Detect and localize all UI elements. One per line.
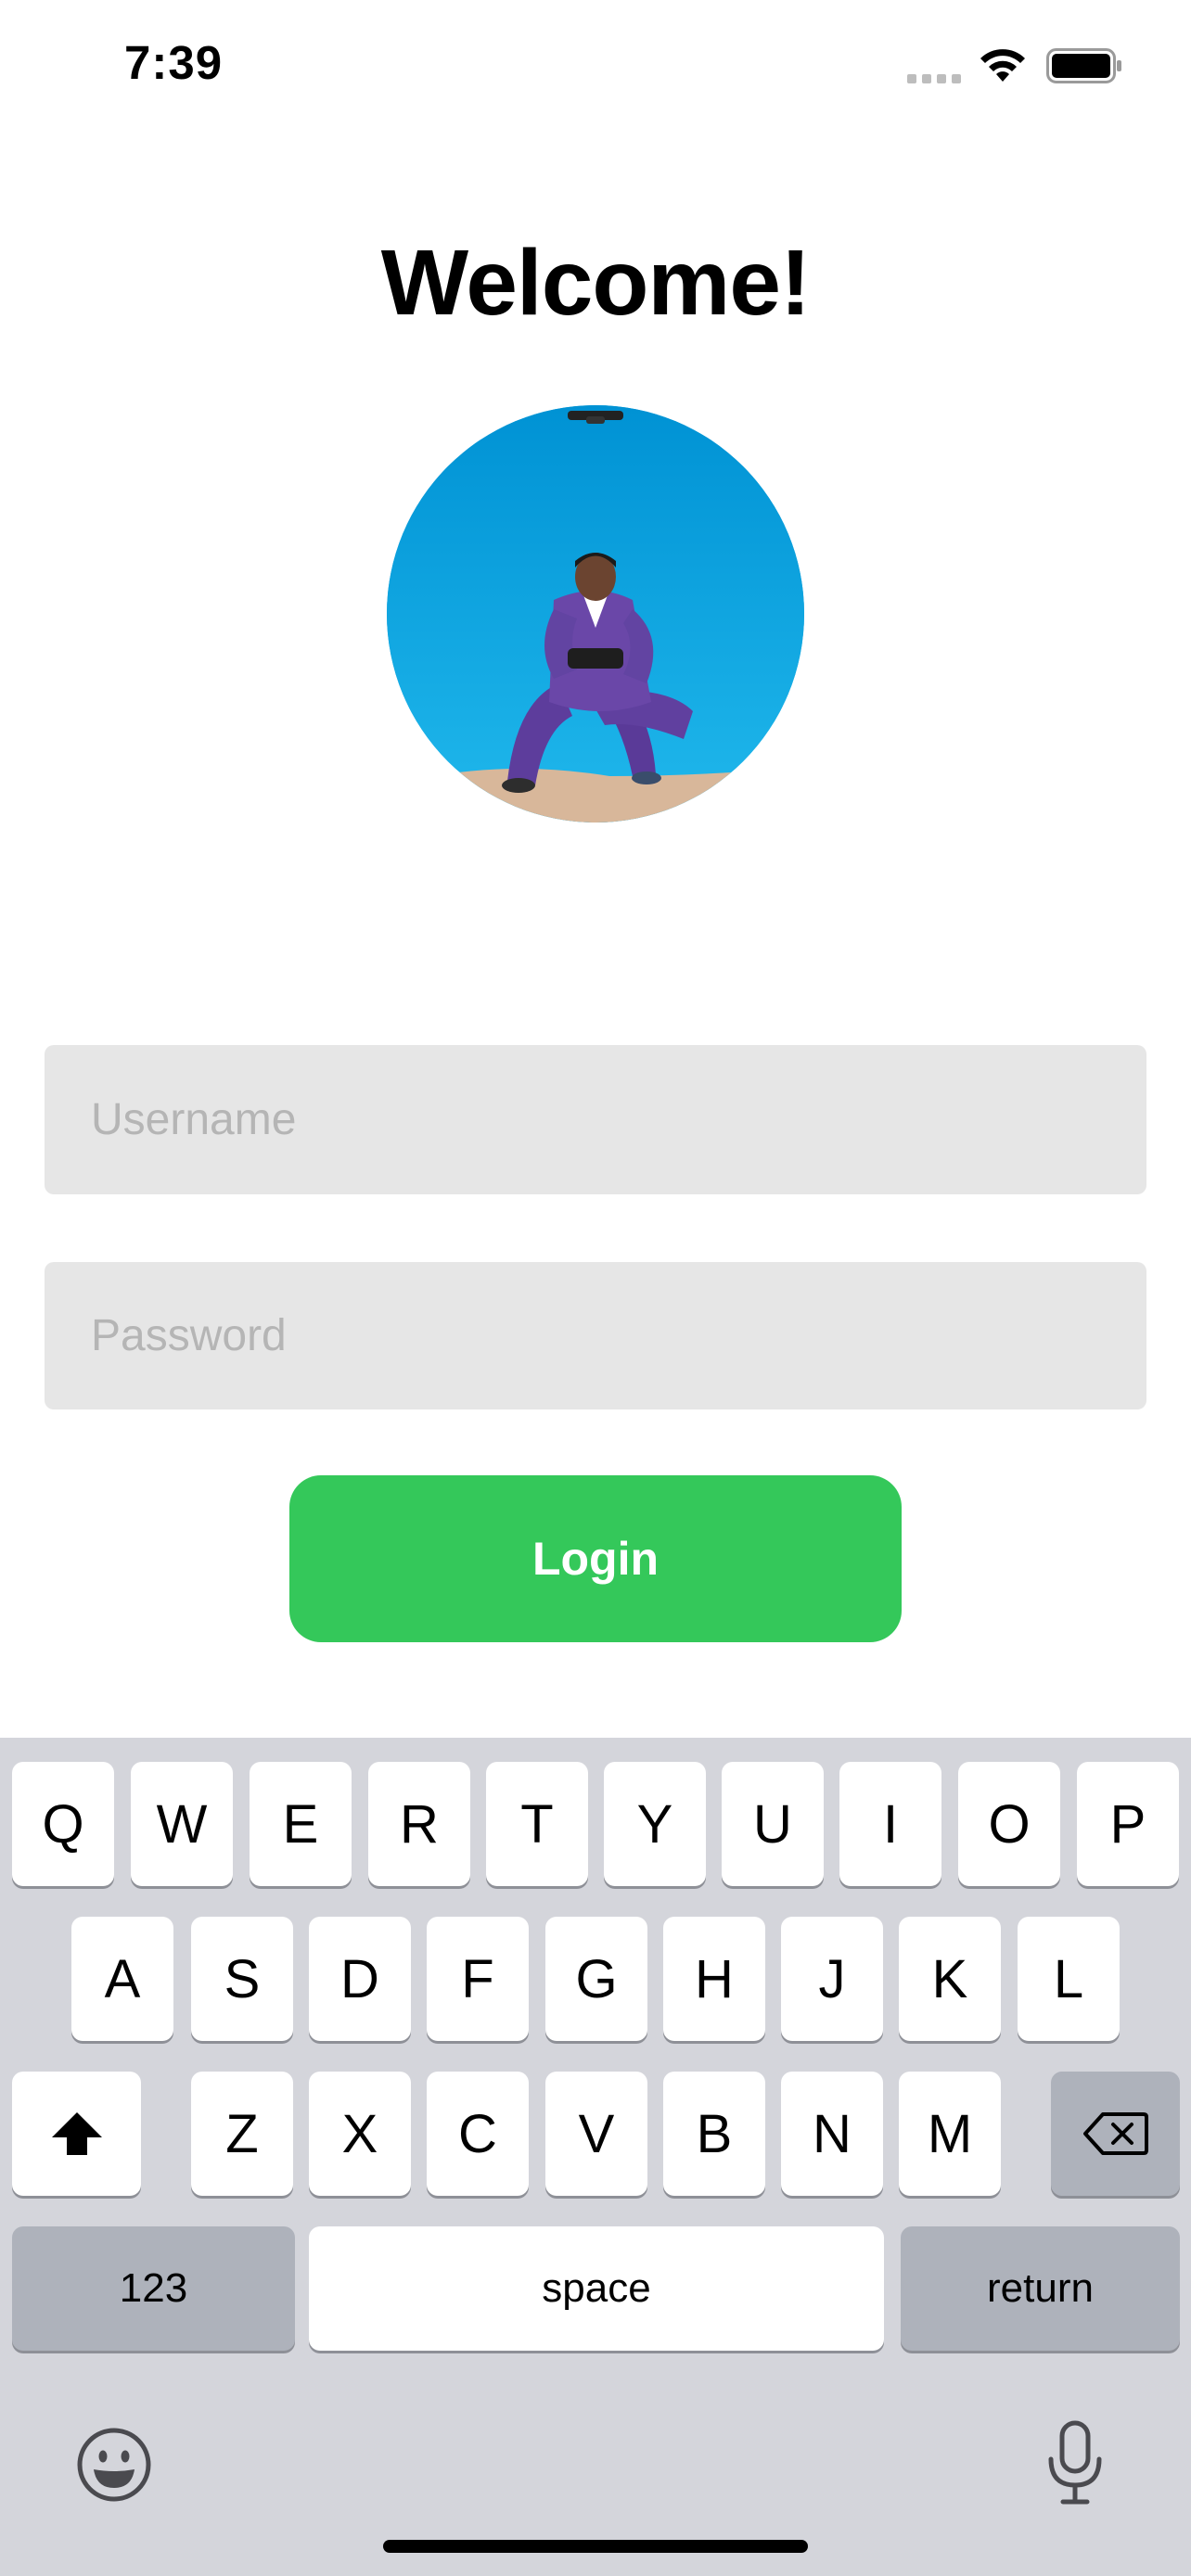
- key-l[interactable]: L: [1018, 1917, 1120, 2041]
- key-v[interactable]: V: [545, 2072, 647, 2196]
- key-r[interactable]: R: [368, 1762, 470, 1886]
- key-q[interactable]: Q: [12, 1762, 114, 1886]
- on-screen-keyboard: Q W E R T Y U I O P A S D F G H J K L Z …: [0, 1738, 1191, 2576]
- key-s[interactable]: S: [191, 1917, 293, 2041]
- key-z[interactable]: Z: [191, 2072, 293, 2196]
- delete-key[interactable]: [1051, 2072, 1180, 2196]
- microphone-icon[interactable]: [1046, 2420, 1104, 2506]
- battery-icon: [1046, 48, 1121, 83]
- status-bar: 7:39: [0, 0, 1191, 130]
- delete-icon: [1082, 2112, 1148, 2155]
- username-input[interactable]: [45, 1045, 1146, 1194]
- page-title: Welcome!: [380, 231, 812, 335]
- key-o[interactable]: O: [958, 1762, 1060, 1886]
- shift-icon: [51, 2112, 102, 2155]
- profile-avatar: [387, 405, 804, 823]
- home-indicator[interactable]: [383, 2540, 808, 2553]
- return-key[interactable]: return: [901, 2226, 1180, 2351]
- key-u[interactable]: U: [722, 1762, 824, 1886]
- key-w[interactable]: W: [131, 1762, 233, 1886]
- signal-icon: [907, 74, 961, 83]
- key-k[interactable]: K: [899, 1917, 1001, 2041]
- key-g[interactable]: G: [545, 1917, 647, 2041]
- key-h[interactable]: H: [663, 1917, 765, 2041]
- key-i[interactable]: I: [839, 1762, 941, 1886]
- space-key[interactable]: space: [309, 2226, 884, 2351]
- key-j[interactable]: J: [781, 1917, 883, 2041]
- wifi-icon: [980, 49, 1025, 82]
- status-time: 7:39: [124, 36, 224, 89]
- key-p[interactable]: P: [1077, 1762, 1179, 1886]
- key-a[interactable]: A: [71, 1917, 173, 2041]
- key-m[interactable]: M: [899, 2072, 1001, 2196]
- key-n[interactable]: N: [781, 2072, 883, 2196]
- login-button[interactable]: Login: [289, 1475, 902, 1642]
- key-t[interactable]: T: [486, 1762, 588, 1886]
- emoji-icon[interactable]: [76, 2427, 152, 2503]
- key-d[interactable]: D: [309, 1917, 411, 2041]
- shift-key[interactable]: [12, 2072, 141, 2196]
- password-input[interactable]: [45, 1262, 1146, 1409]
- key-e[interactable]: E: [250, 1762, 352, 1886]
- key-b[interactable]: B: [663, 2072, 765, 2196]
- login-screen: 7:39 Welcome! Username Login Q W E R T Y…: [0, 0, 1191, 2576]
- key-f[interactable]: F: [427, 1917, 529, 2041]
- key-y[interactable]: Y: [604, 1762, 706, 1886]
- numbers-key[interactable]: 123: [12, 2226, 295, 2351]
- avatar-photo: [387, 405, 804, 823]
- key-x[interactable]: X: [309, 2072, 411, 2196]
- key-c[interactable]: C: [427, 2072, 529, 2196]
